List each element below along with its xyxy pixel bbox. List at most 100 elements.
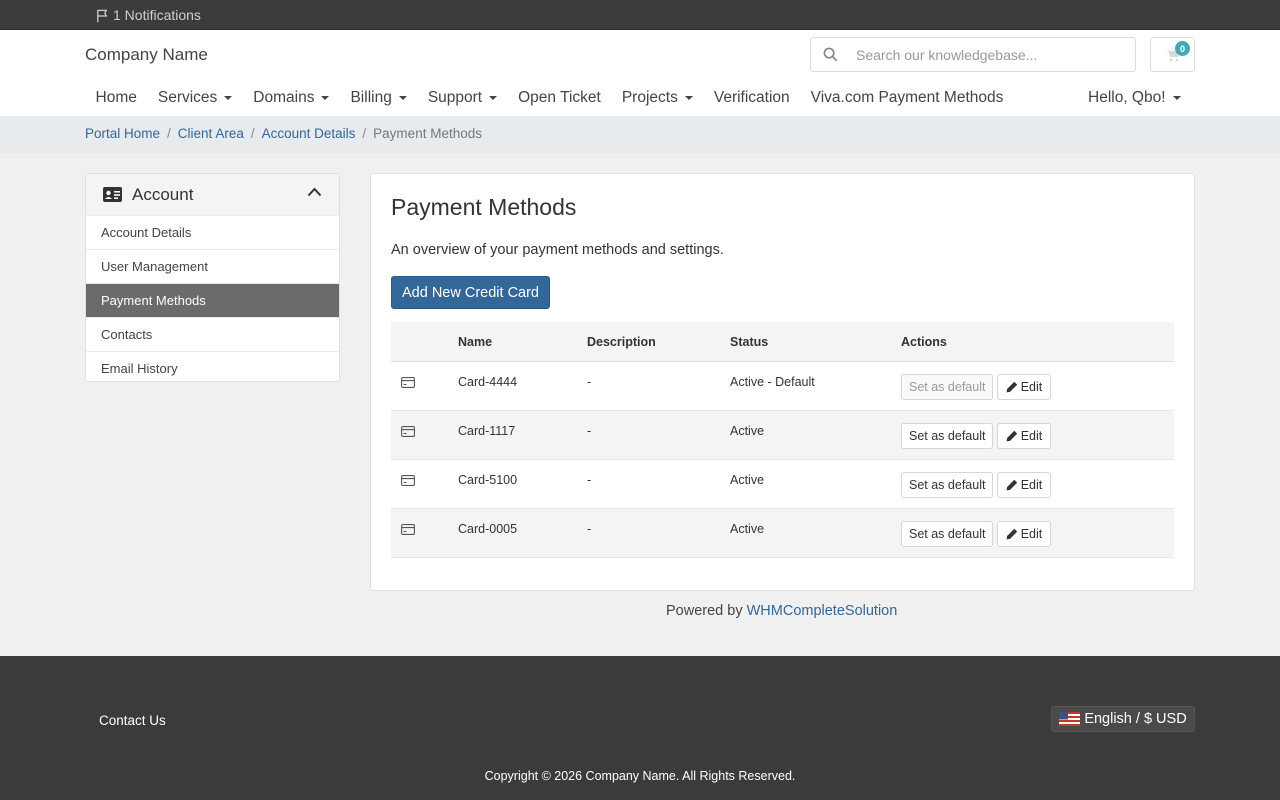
sidebar-item-label: User Management — [101, 259, 208, 274]
nav-billing[interactable]: Billing — [340, 89, 417, 107]
language-label: English / $ USD — [1084, 711, 1187, 727]
card-description: - — [587, 522, 592, 536]
user-menu-label: Hello, Qbo! — [1088, 89, 1166, 106]
card-status: Active — [730, 424, 765, 438]
edit-button[interactable]: Edit — [997, 521, 1051, 547]
notifications-link[interactable]: 1 Notifications — [95, 6, 201, 24]
table-row: Card-0005 - Active Set as default Edit — [391, 509, 1174, 558]
table-row: Card-5100 - Active Set as default Edit — [391, 460, 1174, 509]
main-nav: Home Services Domains Billing Support Op… — [85, 83, 1014, 113]
table-row: Card-4444 - Active - Default Set as defa… — [391, 362, 1174, 411]
nav-open-ticket-label: Open Ticket — [518, 89, 601, 106]
edit-label: Edit — [1020, 478, 1043, 492]
caret-down-icon — [321, 96, 330, 100]
contact-us-link[interactable]: Contact Us — [99, 713, 166, 728]
column-description: Description — [587, 335, 656, 349]
card-name: Card-0005 — [458, 522, 518, 536]
nav-home-label: Home — [95, 89, 137, 106]
flag-icon — [97, 9, 108, 22]
set-as-default-button: Set as default — [901, 374, 994, 400]
nav-viva-payment-methods[interactable]: Viva.com Payment Methods — [800, 89, 1014, 107]
nav-services[interactable]: Services — [147, 89, 242, 107]
breadcrumb-bar: Portal Home / Client Area / Account Deta… — [0, 116, 1280, 153]
pencil-icon — [1006, 479, 1017, 491]
powered-by-prefix: Powered by — [666, 603, 743, 619]
payment-methods-panel: Payment Methods An overview of your paym… — [370, 173, 1195, 591]
nav-support-label: Support — [427, 89, 483, 106]
language-currency-button[interactable]: English / $ USD — [1051, 706, 1195, 732]
nav-domains[interactable]: Domains — [243, 89, 340, 107]
cart-button[interactable]: 0 — [1150, 37, 1195, 72]
pencil-icon — [1006, 430, 1017, 442]
copyright: Copyright © 2026 Company Name. All Right… — [484, 769, 796, 783]
edit-button[interactable]: Edit — [997, 472, 1051, 498]
search-box — [810, 37, 1136, 72]
set-as-default-button[interactable]: Set as default — [901, 521, 994, 547]
brand-logo[interactable]: Company Name — [85, 45, 208, 65]
sidebar-item-label: Account Details — [101, 225, 192, 240]
caret-down-icon — [684, 96, 693, 100]
caret-down-icon — [489, 96, 498, 100]
nav-support[interactable]: Support — [417, 89, 507, 107]
page-description: An overview of your payment methods and … — [391, 242, 724, 258]
nav-open-ticket[interactable]: Open Ticket — [508, 89, 612, 107]
nav-verification[interactable]: Verification — [703, 89, 800, 107]
sidebar-item-user-management[interactable]: User Management — [86, 249, 339, 283]
header: Company Name 0 Home Services Domains Bil… — [0, 30, 1280, 116]
search-icon — [811, 47, 849, 62]
credit-card-icon — [401, 377, 415, 388]
set-as-default-button[interactable]: Set as default — [901, 472, 994, 498]
edit-label: Edit — [1020, 429, 1043, 443]
card-status: Active — [730, 473, 765, 487]
breadcrumb-account-details[interactable]: Account Details — [262, 126, 356, 141]
set-as-default-button[interactable]: Set as default — [901, 423, 994, 449]
card-description: - — [587, 473, 592, 487]
nav-home[interactable]: Home — [85, 89, 147, 107]
card-description: - — [587, 375, 592, 389]
card-name: Card-4444 — [458, 375, 518, 389]
edit-label: Edit — [1020, 380, 1043, 394]
sidebar-item-payment-methods[interactable]: Payment Methods — [86, 283, 339, 317]
card-name: Card-1117 — [458, 424, 516, 438]
nav-domains-label: Domains — [253, 89, 315, 106]
breadcrumb: Portal Home / Client Area / Account Deta… — [85, 126, 482, 141]
edit-button[interactable]: Edit — [997, 374, 1051, 400]
cart-count-badge: 0 — [1175, 41, 1190, 56]
card-description: - — [587, 424, 592, 438]
caret-down-icon — [224, 96, 233, 100]
sidebar-item-account-details[interactable]: Account Details — [86, 215, 339, 249]
breadcrumb-separator: / — [362, 126, 367, 141]
sidebar-item-label: Payment Methods — [101, 293, 206, 308]
powered-by: Powered by WHMCompleteSolution — [666, 603, 897, 619]
nav-viva-label: Viva.com Payment Methods — [810, 89, 1004, 106]
nav-verification-label: Verification — [713, 89, 790, 106]
add-new-credit-card-button[interactable]: Add New Credit Card — [391, 276, 550, 309]
breadcrumb-separator: / — [250, 126, 255, 141]
card-status: Active — [730, 522, 765, 536]
search-input[interactable] — [856, 46, 1126, 63]
breadcrumb-separator: / — [167, 126, 171, 141]
sidebar-header[interactable]: Account — [86, 174, 339, 215]
sidebar-item-label: Email History — [101, 361, 178, 376]
card-status: Active - Default — [730, 375, 815, 389]
top-bar: 1 Notifications — [0, 0, 1280, 30]
credit-card-icon — [401, 426, 415, 437]
sidebar-item-email-history[interactable]: Email History — [86, 351, 339, 381]
user-menu[interactable]: Hello, Qbo! — [1088, 83, 1181, 113]
table-header: Name Description Status Actions — [391, 322, 1174, 362]
id-card-icon — [103, 187, 122, 202]
sidebar-item-label: Contacts — [101, 327, 153, 342]
sidebar-item-contacts[interactable]: Contacts — [86, 317, 339, 351]
nav-projects[interactable]: Projects — [611, 89, 703, 107]
powered-by-link[interactable]: WHMCompleteSolution — [747, 603, 898, 619]
breadcrumb-portal-home[interactable]: Portal Home — [85, 126, 160, 141]
account-sidebar: Account Account Details User Management … — [85, 173, 340, 382]
table-row: Card-1117 - Active Set as default Edit — [391, 411, 1174, 460]
edit-button[interactable]: Edit — [997, 423, 1051, 449]
pencil-icon — [1006, 381, 1017, 393]
breadcrumb-client-area[interactable]: Client Area — [178, 126, 244, 141]
footer: Contact Us English / $ USD Copyright © 2… — [0, 656, 1280, 800]
nav-billing-label: Billing — [350, 89, 392, 106]
chevron-up-icon[interactable] — [307, 187, 322, 197]
breadcrumb-current: Payment Methods — [373, 126, 482, 141]
